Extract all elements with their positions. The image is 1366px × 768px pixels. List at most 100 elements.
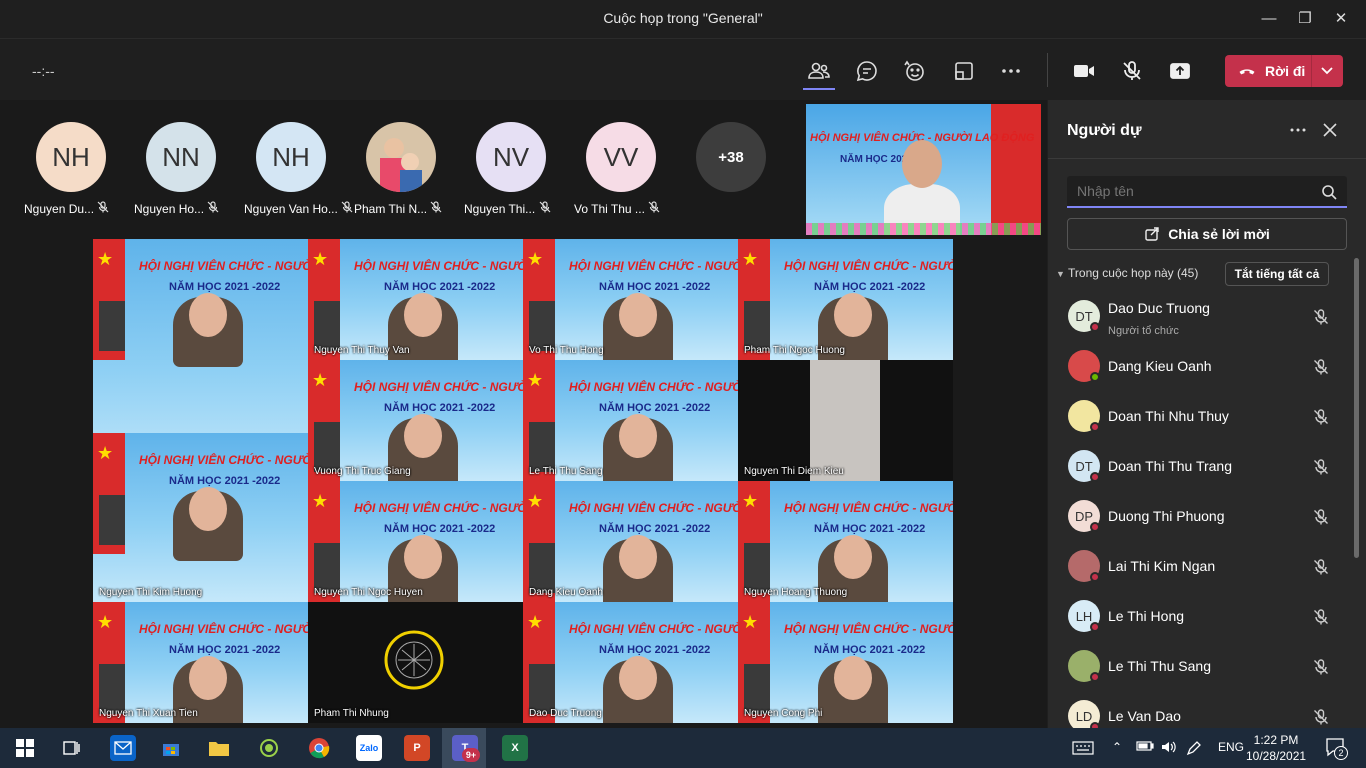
tile-participant-name: Nguyen Thi Xuan Tien xyxy=(99,708,198,719)
avatar-photo[interactable] xyxy=(366,122,436,192)
video-tile[interactable]: ★ HỘI NGHỊ VIÊN CHỨC - NGƯỜI LAO ĐỘNG NĂM … xyxy=(308,481,523,602)
keyboard-icon[interactable] xyxy=(1072,740,1094,759)
participant-search[interactable] xyxy=(1067,176,1347,208)
media-app-icon[interactable] xyxy=(256,735,282,761)
share-invite-button[interactable]: Chia sẻ lời mời xyxy=(1067,218,1347,250)
language-indicator[interactable]: ENG xyxy=(1218,740,1244,754)
avatar-initials: NV xyxy=(492,141,530,172)
avatar[interactable]: NH xyxy=(36,122,106,192)
more-actions-icon[interactable] xyxy=(997,57,1025,85)
panel-close-icon[interactable] xyxy=(1320,120,1340,145)
video-tile[interactable]: ★ HỘI NGHỊ VIÊN CHỨC - NGƯỜI LAO ĐỘNG NĂM … xyxy=(308,360,523,481)
meeting-stage: NH Nguyen Du... NN Nguyen Ho... NH Nguye… xyxy=(0,100,1047,728)
toolbar-divider xyxy=(1047,53,1048,87)
video-tile[interactable]: ★ HỘI NGHỊ VIÊN CHỨC - NGƯỜI LAO ĐỘNG NĂM … xyxy=(523,602,738,723)
mic-off-icon[interactable] xyxy=(1312,508,1330,526)
breakout-rooms-icon[interactable] xyxy=(950,57,978,85)
tile-banner: HỘI NGHỊ VIÊN CHỨC - NGƯỜI LAO ĐỘNG xyxy=(354,380,523,394)
presence-status-icon xyxy=(1090,622,1100,632)
avatar[interactable]: NV xyxy=(476,122,546,192)
leave-button[interactable]: Rời đi xyxy=(1225,55,1343,87)
leave-split-divider xyxy=(1311,55,1312,87)
participant-name: Doan Thi Nhu Thuy xyxy=(1108,408,1229,424)
microphone-muted-icon[interactable] xyxy=(1118,57,1146,85)
tile-person-face xyxy=(834,656,872,700)
task-view-icon[interactable] xyxy=(58,735,84,761)
participant-row[interactable]: LH Le Thi Hong xyxy=(1048,592,1348,642)
self-video-preview[interactable]: HỘI NGHỊ VIÊN CHỨC - NGƯỜI LAO ĐỘNG NĂM … xyxy=(806,104,1041,235)
show-hidden-icons-chevron-icon[interactable]: ⌃ xyxy=(1112,740,1122,754)
mute-all-button[interactable]: Tắt tiếng tất cả xyxy=(1225,262,1329,286)
participant-row[interactable]: DT Dao Duc Truong Người tổ chức xyxy=(1048,292,1348,342)
video-tile[interactable]: ★ HỘI NGHỊ VIÊN CHỨC - NGƯỜI LAO ĐỘNG NĂM … xyxy=(738,602,953,723)
taskbar-clock[interactable]: 1:22 PM 10/28/2021 xyxy=(1246,732,1306,764)
pip-flowers xyxy=(806,223,1041,235)
store-app-icon[interactable] xyxy=(158,735,184,761)
video-tile[interactable]: Nguyen Thi Diem Kieu xyxy=(738,360,953,481)
video-tile[interactable]: ★ HỘI NGHỊ VIÊN CHỨC - NGƯỜI LAO ĐỘNG NĂM … xyxy=(523,481,738,602)
avatar[interactable]: NH xyxy=(256,122,326,192)
volume-icon[interactable] xyxy=(1160,740,1178,757)
minimize-button[interactable]: — xyxy=(1258,8,1280,30)
panel-scrollbar[interactable] xyxy=(1354,258,1359,558)
chevron-down-icon[interactable] xyxy=(1319,64,1335,78)
video-tile[interactable]: ★ HỘI NGHỊ VIÊN CHỨC - NGƯỜI LAO ĐỘNG NĂM … xyxy=(523,239,738,360)
close-window-button[interactable]: ✕ xyxy=(1330,8,1352,30)
avatar-name: Vo Thi Thu ... xyxy=(574,201,660,216)
tile-banner: HỘI NGHỊ VIÊN CHỨC - NGƯỜI LAO ĐỘNG xyxy=(784,622,953,636)
camera-icon[interactable] xyxy=(1070,57,1098,85)
tile-banner: HỘI NGHỊ VIÊN CHỨC - NGƯỜI LAO ĐỘNG xyxy=(569,501,738,515)
mic-off-icon[interactable] xyxy=(1312,408,1330,426)
in-meeting-section[interactable]: ▼ Trong cuộc họp này (45) xyxy=(1056,266,1198,280)
windows-start-icon[interactable] xyxy=(12,735,38,761)
mic-off-icon[interactable] xyxy=(1312,608,1330,626)
excel-icon[interactable]: X xyxy=(502,735,528,761)
participant-name: Duong Thi Phuong xyxy=(1108,508,1225,524)
mic-off-icon xyxy=(341,201,353,213)
participant-row[interactable]: Le Thi Thu Sang xyxy=(1048,642,1348,692)
video-tile[interactable]: ★ HỘI NGHỊ VIÊN CHỨC - NGƯỜI LAO ĐỘNG NĂM … xyxy=(738,239,953,360)
tile-podium xyxy=(99,301,125,351)
video-tile[interactable]: ★ HỘI NGHỊ VIÊN CHỨC - NGƯỜI LAO ĐỘNG NĂM … xyxy=(738,481,953,602)
tile-person-face xyxy=(404,414,442,458)
chrome-icon[interactable] xyxy=(306,735,332,761)
video-tile[interactable]: ★ HỘI NGHỊ VIÊN CHỨC - NGƯỜI LAO ĐỘNG NĂM … xyxy=(523,360,738,481)
video-tile[interactable]: ★ HỘI NGHỊ VIÊN CHỨC - NGƯỜI LAO ĐỘNG NĂM … xyxy=(93,602,308,723)
participant-name: Doan Thi Thu Trang xyxy=(1108,458,1233,474)
participant-row[interactable]: Doan Thi Nhu Thuy xyxy=(1048,392,1348,442)
participant-row[interactable]: Dang Kieu Oanh xyxy=(1048,342,1348,392)
video-tile[interactable]: Pham Thi Nhung xyxy=(308,602,523,723)
participant-row[interactable]: Lai Thi Kim Ngan xyxy=(1048,542,1348,592)
video-tile[interactable]: ★ HỘI NGHỊ VIÊN CHỨC - NGƯỜI LAO ĐỘNG NĂM … xyxy=(308,239,523,360)
video-tile[interactable]: ★ HỘI NGHỊ VIÊN CHỨC - NGƯỜI LAO ĐỘNG NĂM … xyxy=(93,432,308,602)
share-screen-icon[interactable] xyxy=(1166,57,1194,85)
zalo-icon[interactable]: Zalo xyxy=(356,735,382,761)
mic-off-icon[interactable] xyxy=(1312,708,1330,726)
battery-icon[interactable] xyxy=(1136,740,1154,755)
tile-podium xyxy=(99,664,125,714)
participant-row[interactable]: DT Doan Thi Thu Trang xyxy=(1048,442,1348,492)
mail-app-icon[interactable] xyxy=(110,735,136,761)
participant-row[interactable]: DP Duong Thi Phuong xyxy=(1048,492,1348,542)
chat-icon[interactable] xyxy=(853,57,881,85)
more-participants-button[interactable]: +38 xyxy=(696,122,766,192)
pen-icon[interactable] xyxy=(1186,740,1202,759)
participants-icon[interactable] xyxy=(805,57,833,85)
maximize-button[interactable]: ❐ xyxy=(1294,8,1316,30)
search-input[interactable] xyxy=(1067,176,1307,206)
avatar[interactable]: VV xyxy=(586,122,656,192)
mic-off-icon[interactable] xyxy=(1312,308,1330,326)
window-title: Cuộc họp trong "General" xyxy=(603,10,763,26)
reactions-icon[interactable] xyxy=(900,57,928,85)
mic-off-icon[interactable] xyxy=(1312,458,1330,476)
file-explorer-icon[interactable] xyxy=(206,735,232,761)
mic-off-icon[interactable] xyxy=(1312,658,1330,676)
star-icon: ★ xyxy=(742,249,759,269)
avatar[interactable]: NN xyxy=(146,122,216,192)
powerpoint-icon[interactable]: P xyxy=(404,735,430,761)
mic-off-icon[interactable] xyxy=(1312,558,1330,576)
mic-off-icon xyxy=(648,201,660,213)
tile-subtitle: NĂM HỌC 2021 -2022 xyxy=(599,644,711,656)
mic-off-icon[interactable] xyxy=(1312,358,1330,376)
panel-more-icon[interactable] xyxy=(1288,120,1308,145)
